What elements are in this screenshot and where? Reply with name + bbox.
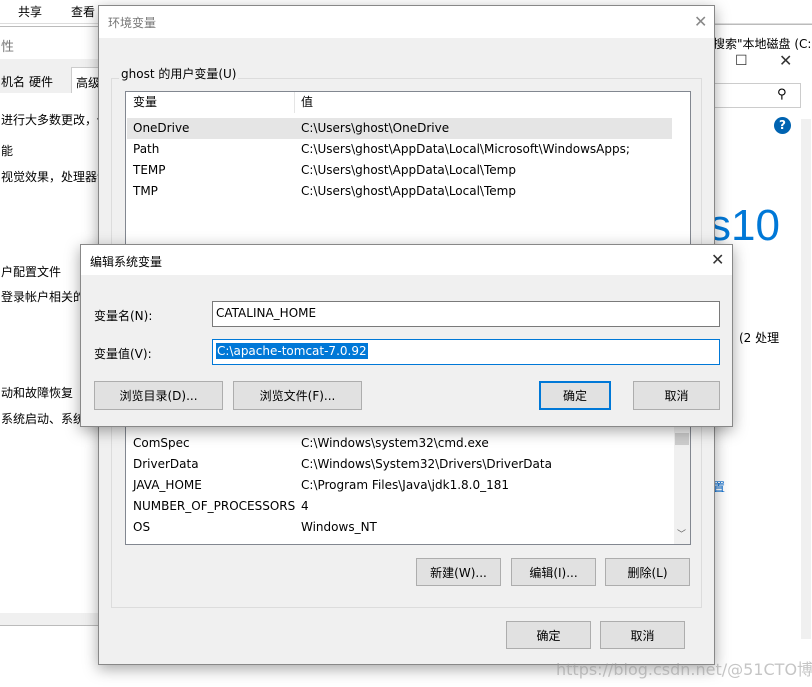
tab-computer-name[interactable]: 机名 — [1, 73, 25, 90]
table-row[interactable]: TMP C:\Users\ghost\AppData\Local\Temp — [127, 181, 672, 202]
processor-text: (2 处理 — [739, 331, 780, 345]
column-header-value[interactable]: 值 — [294, 92, 674, 113]
table-row[interactable]: OneDrive C:\Users\ghost\OneDrive — [127, 118, 672, 139]
var-value: C:\Program Files\Java\jdk1.8.0_181 — [301, 478, 510, 492]
search-hint: 搜索"本地磁盘 (C: — [713, 37, 812, 51]
ok-button[interactable]: 确定 — [506, 621, 591, 649]
watermark: https://blog.csdn.net/@51CTO博客 — [556, 660, 812, 679]
maximize-icon[interactable]: ☐ — [735, 53, 748, 69]
var-name: OS — [133, 520, 151, 534]
title-bar: 环境变量 ✕ — [99, 6, 714, 38]
var-value: C:\Windows\System32\Drivers\DriverData — [301, 457, 552, 471]
scrollbar[interactable]: ﹀ — [674, 407, 690, 544]
close-icon[interactable]: ✕ — [711, 250, 724, 269]
dialog-title: 环境变量 — [108, 16, 157, 30]
text-line: 登录帐户相关的 — [1, 290, 86, 304]
cancel-button[interactable]: 取消 — [633, 381, 720, 410]
variable-value-label: 变量值(V): — [94, 347, 152, 361]
selected-text: C:\apache-tomcat-7.0.92 — [216, 343, 368, 359]
var-value: C:\Users\ghost\AppData\Local\Microsoft\W… — [301, 142, 630, 156]
var-name: OneDrive — [133, 121, 190, 135]
table-row[interactable]: JAVA_HOME C:\Program Files\Java\jdk1.8.0_… — [127, 475, 672, 496]
var-value: C:\Windows\system32\cmd.exe — [301, 436, 489, 450]
table-row[interactable]: Path C:\Users\ghost\AppData\Local\Microso… — [127, 139, 672, 160]
variable-name-label: 变量名(N): — [94, 309, 153, 323]
window-title: 性 — [1, 40, 15, 55]
table-row[interactable]: ComSpec C:\Windows\system32\cmd.exe — [127, 433, 672, 454]
help-icon[interactable]: ? — [774, 117, 791, 134]
var-name: NUMBER_OF_PROCESSORS — [133, 499, 296, 513]
edit-system-variable-dialog: 编辑系统变量 ✕ 变量名(N): CATALINA_HOME 变量值(V): C… — [80, 244, 733, 427]
text-line: 进行大多数更改，你 — [1, 113, 110, 127]
tab-hardware[interactable]: 硬件 — [29, 73, 53, 90]
close-icon[interactable]: ✕ — [694, 12, 707, 31]
var-value: 4 — [301, 499, 309, 513]
title-bar: 编辑系统变量 ✕ — [81, 245, 732, 275]
scroll-down-icon[interactable]: ﹀ — [677, 527, 686, 540]
column-header-variable[interactable]: 变量 — [133, 92, 157, 113]
search-icon[interactable]: ⚲ — [777, 87, 787, 102]
group-label: 能 — [1, 144, 14, 158]
edit-button[interactable]: 编辑(I)... — [511, 558, 596, 586]
var-name: TMP — [133, 184, 158, 198]
var-name: TEMP — [133, 163, 166, 177]
var-value: Windows_NT — [301, 520, 377, 534]
var-name: Path — [133, 142, 160, 156]
browse-directory-button[interactable]: 浏览目录(D)... — [94, 381, 223, 410]
text-line: 视觉效果，处理器计 — [1, 170, 110, 184]
delete-button[interactable]: 删除(L) — [605, 558, 690, 586]
browse-file-button[interactable]: 浏览文件(F)... — [233, 381, 362, 410]
dialog-title: 编辑系统变量 — [90, 255, 163, 269]
ribbon-tab-view[interactable]: 查看 — [71, 3, 95, 20]
variable-name-input[interactable]: CATALINA_HOME — [212, 301, 720, 327]
search-input[interactable] — [707, 83, 801, 108]
variable-value-input[interactable]: C:\apache-tomcat-7.0.92 — [212, 339, 720, 365]
new-button[interactable]: 新建(W)... — [416, 558, 501, 586]
ok-button[interactable]: 确定 — [539, 381, 611, 410]
table-row[interactable]: NUMBER_OF_PROCESSORS 4 — [127, 496, 672, 517]
group-label: 动和故障恢复 — [1, 386, 74, 400]
group-label: 户配置文件 — [1, 265, 62, 279]
var-value: C:\Users\ghost\OneDrive — [301, 121, 450, 135]
var-value: C:\Users\ghost\AppData\Local\Temp — [301, 184, 516, 198]
var-value: C:\Users\ghost\AppData\Local\Temp — [301, 163, 516, 177]
cancel-button[interactable]: 取消 — [600, 621, 685, 649]
table-row[interactable]: TEMP C:\Users\ghost\AppData\Local\Temp — [127, 160, 672, 181]
var-name: JAVA_HOME — [133, 478, 202, 492]
close-icon[interactable]: ✕ — [779, 51, 792, 70]
ribbon-tab-share[interactable]: 共享 — [18, 3, 42, 20]
scrollbar-thumb[interactable] — [675, 433, 689, 445]
var-name: DriverData — [133, 457, 199, 471]
var-name: ComSpec — [133, 436, 190, 450]
table-row[interactable]: DriverData C:\Windows\System32\Drivers\Dr… — [127, 454, 672, 475]
table-row[interactable]: OS Windows_NT — [127, 517, 672, 538]
list-header: 变量 值 — [126, 92, 672, 114]
user-vars-group-label: ghost 的用户变量(U) — [119, 65, 239, 82]
user-vars-list[interactable]: 变量 值 OneDrive C:\Users\ghost\OneDrive Pat… — [125, 91, 691, 251]
scrollbar[interactable] — [801, 119, 811, 639]
